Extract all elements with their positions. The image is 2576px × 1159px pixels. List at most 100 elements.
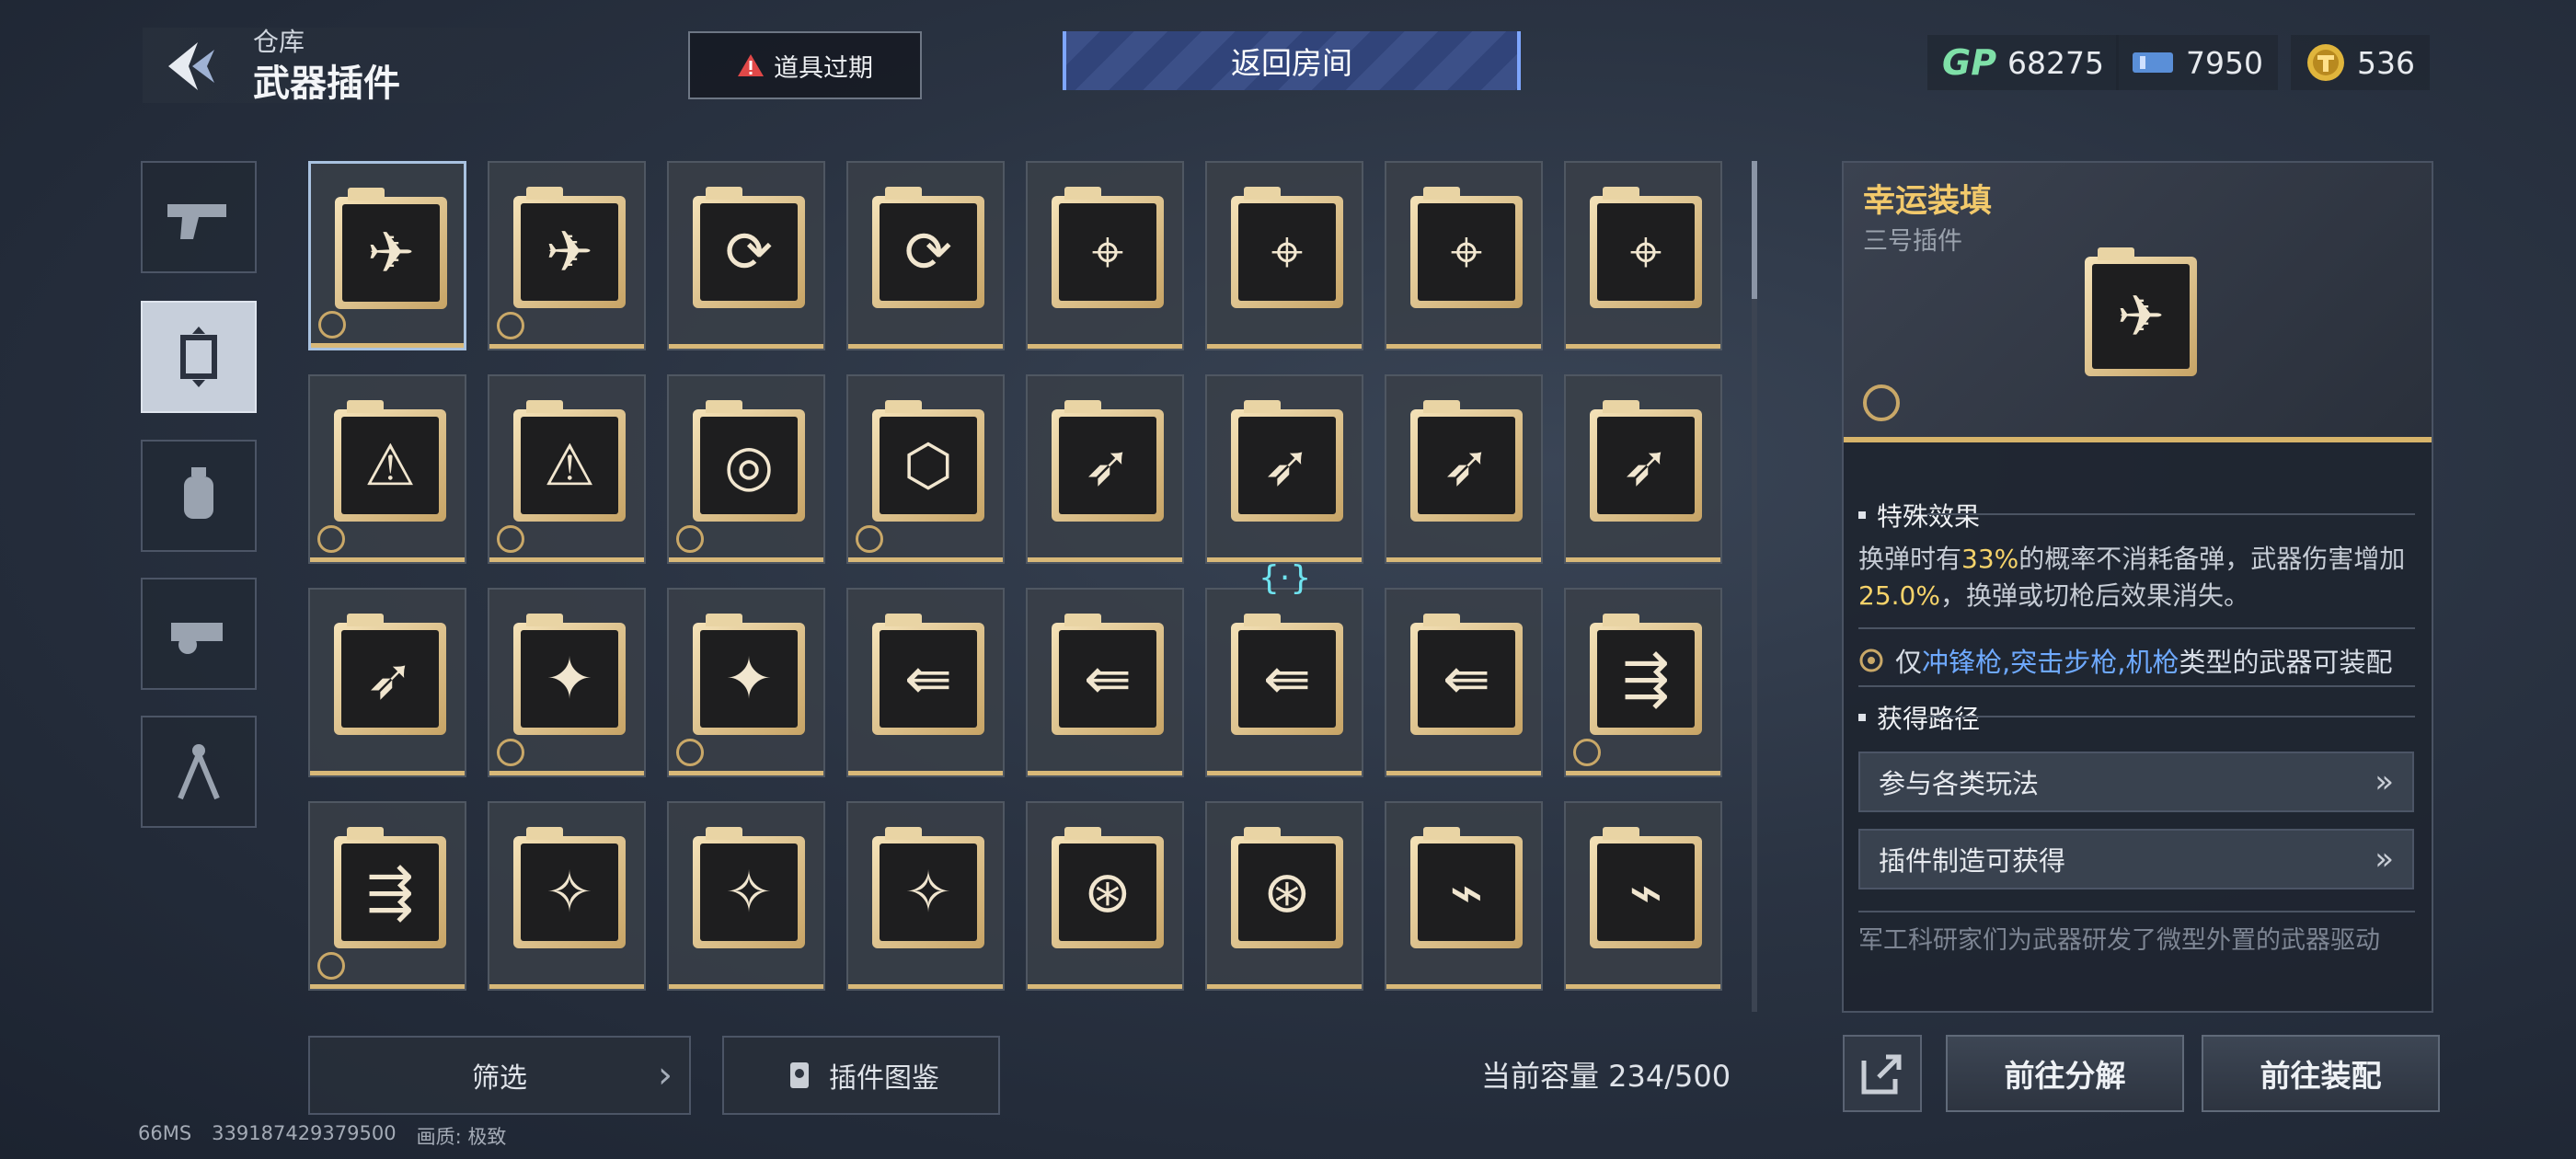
shield-badge-icon: [1859, 648, 1883, 672]
item-expired-button[interactable]: 道具过期: [688, 31, 922, 99]
plugin-slot[interactable]: ⌖: [1564, 161, 1722, 350]
plugin-slot[interactable]: ⌖: [1385, 161, 1543, 350]
go-dismantle-button[interactable]: 前往分解: [1946, 1035, 2184, 1112]
divider: [1858, 627, 2415, 629]
plugin-slot[interactable]: ✈: [488, 161, 646, 350]
plugin-card: ✈: [513, 187, 626, 308]
return-room-label: 返回房间: [1231, 45, 1352, 81]
item-expired-label: 道具过期: [774, 53, 873, 83]
plugin-icon: ➶: [1238, 417, 1336, 514]
currency-coin: 536: [2291, 35, 2430, 90]
plugin-card: ✦: [693, 614, 805, 735]
filter-button[interactable]: 筛选 ›: [308, 1036, 691, 1115]
category-plugin[interactable]: [141, 301, 257, 413]
back-arrow-icon[interactable]: [161, 39, 225, 94]
plugin-slot[interactable]: ✧: [667, 801, 825, 991]
plugin-slot[interactable]: ◎: [667, 374, 825, 564]
plugin-icon: ⌖: [1418, 203, 1515, 301]
route-play-modes-label: 参与各类玩法: [1879, 768, 2040, 799]
divider: [1927, 513, 2415, 515]
plugin-card: ✈: [335, 188, 447, 309]
plugin-slot[interactable]: ⚠: [308, 374, 466, 564]
chevron-right-icon: ›: [658, 1054, 673, 1096]
plugin-card: ⊛: [1231, 827, 1343, 948]
plugin-icon: ➶: [341, 630, 439, 728]
filter-label: 筛选: [472, 1062, 527, 1095]
effect-description: 换弹时有33%的概率不消耗备弹，武器伤害增加25.0%，换弹或切枪后效果消失。: [1858, 544, 2406, 611]
gp-icon: GP: [1942, 42, 1997, 83]
plugin-icon: ✦: [521, 630, 618, 728]
return-room-button[interactable]: 返回房间: [1063, 31, 1521, 90]
slot-badge-icon: [317, 952, 345, 980]
plugin-icon: ➶: [1597, 417, 1695, 514]
go-equip-button[interactable]: 前往装配: [2202, 1035, 2440, 1112]
plugin-slot[interactable]: ➶: [1385, 374, 1543, 564]
plugin-slot[interactable]: ➶: [1026, 374, 1184, 564]
plugin-icon: ⌁: [1597, 843, 1695, 941]
pistol-icon: [167, 204, 226, 239]
plugin-slot[interactable]: ⌁: [1385, 801, 1543, 991]
lore-text: 军工科研家们为武器研发了微型外置的武器驱动: [1858, 926, 2380, 955]
plugin-slot[interactable]: ✦: [488, 588, 646, 777]
plugin-slot[interactable]: ⚠: [488, 374, 646, 564]
grenade-icon: [184, 467, 213, 519]
category-pistol[interactable]: [141, 161, 257, 273]
slot-badge-icon: [676, 739, 704, 766]
plugin-slot[interactable]: ✧: [488, 801, 646, 991]
reticle-cursor-icon: {·}: [1259, 559, 1312, 597]
plugin-slot[interactable]: ➶: [1564, 374, 1722, 564]
plugin-slot[interactable]: ⌖: [1026, 161, 1184, 350]
plugin-card: ⚠: [334, 400, 446, 522]
slot-badge-icon: [497, 739, 524, 766]
plugin-slot[interactable]: ⇚: [1385, 588, 1543, 777]
plugin-slot[interactable]: ⇚: [1026, 588, 1184, 777]
plugin-icon: ⇚: [1418, 630, 1515, 728]
slot-badge-icon: [1863, 384, 1900, 421]
ticket-icon: [2133, 52, 2173, 73]
plugin-slot[interactable]: ⌖: [1205, 161, 1363, 350]
plugin-slot[interactable]: ➶: [308, 588, 466, 777]
plugin-icon: ➶: [1418, 417, 1515, 514]
plugin-slot[interactable]: ⇶: [308, 801, 466, 991]
slot-badge-icon: [856, 525, 883, 553]
wing-bullet-icon: ✈: [2092, 264, 2190, 369]
weapon-types: 冲锋枪,突击步枪,机枪: [1922, 647, 2179, 678]
plugin-slot[interactable]: ✧: [846, 801, 1005, 991]
plugin-slot[interactable]: ⊛: [1205, 801, 1363, 991]
plugin-atlas-button[interactable]: 插件图鉴: [722, 1036, 1000, 1115]
plugin-slot[interactable]: ⟳: [667, 161, 825, 350]
slot-badge-icon: [318, 311, 346, 339]
route-play-modes[interactable]: 参与各类玩法 »: [1858, 752, 2414, 812]
plugin-slot[interactable]: ✦: [667, 588, 825, 777]
plugin-card: ⌁: [1410, 827, 1523, 948]
category-grenade[interactable]: [141, 440, 257, 552]
plugin-slot[interactable]: ⌁: [1564, 801, 1722, 991]
plugin-slot[interactable]: ⇚: [846, 588, 1005, 777]
plugin-slot[interactable]: ⟳: [846, 161, 1005, 350]
plugin-icon: ✧: [700, 843, 798, 941]
plugin-card: ⇚: [1410, 614, 1523, 735]
plugin-slot[interactable]: ⊛: [1026, 801, 1184, 991]
plugin-icon: ◎: [700, 417, 798, 514]
slot-badge-icon: [497, 525, 524, 553]
plugin-icon: ⊛: [1059, 843, 1156, 941]
share-button[interactable]: [1843, 1035, 1922, 1112]
currency-ticket-value: 7950: [2186, 44, 2263, 81]
coin-icon: [2307, 44, 2344, 81]
plugin-slot[interactable]: ➶: [1205, 374, 1363, 564]
plugin-card: ✧: [872, 827, 984, 948]
double-chevron-icon: »: [2375, 841, 2394, 878]
scroll-thumb[interactable]: [1752, 161, 1757, 299]
plugin-slot[interactable]: ⇚: [1205, 588, 1363, 777]
route-crafting[interactable]: 插件制造可获得 »: [1858, 829, 2414, 889]
plugin-slot[interactable]: ⬡: [846, 374, 1005, 564]
plugin-card: ⬡: [872, 400, 984, 522]
detail-subtitle: 三号插件: [1863, 227, 1962, 256]
category-tool[interactable]: [141, 716, 257, 828]
plugin-slot[interactable]: ✈: [308, 161, 466, 350]
plugin-card: ⇚: [1231, 614, 1343, 735]
go-dismantle-label: 前往分解: [2004, 1058, 2126, 1094]
plugin-slot[interactable]: ⇶: [1564, 588, 1722, 777]
slot-badge-icon: [497, 312, 524, 339]
category-attachment[interactable]: [141, 578, 257, 690]
